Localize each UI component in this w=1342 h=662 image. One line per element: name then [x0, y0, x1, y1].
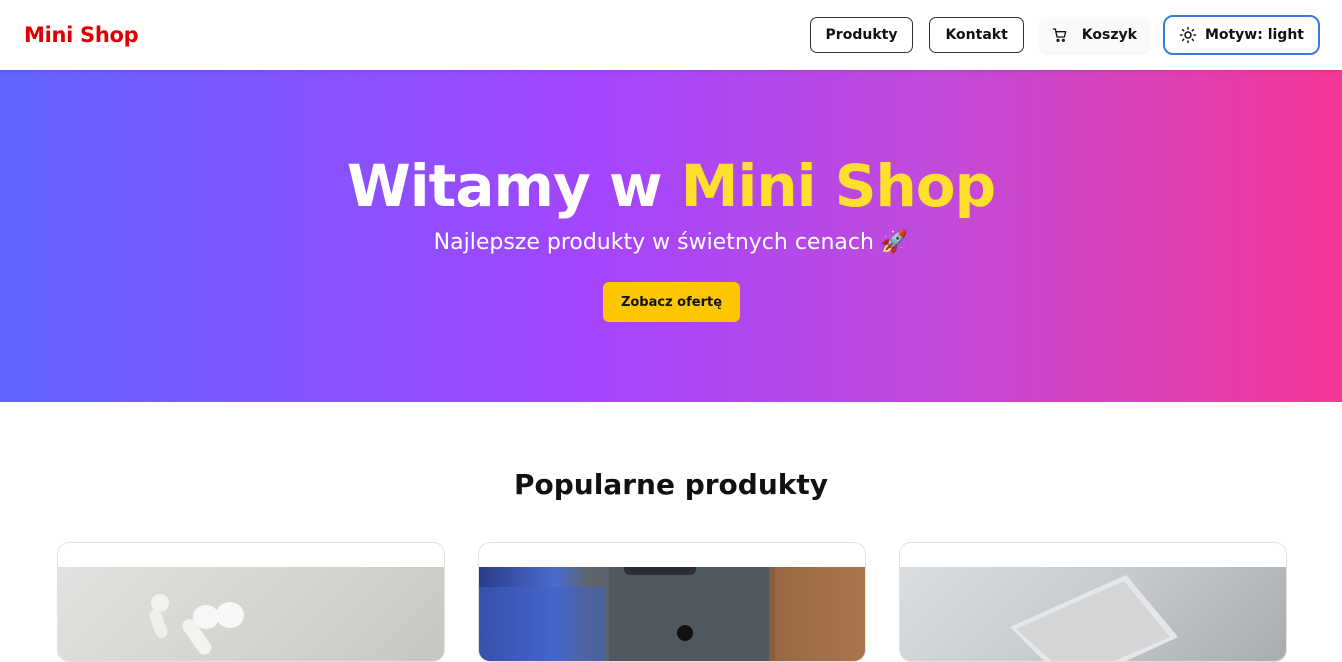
product-card[interactable]: [478, 542, 866, 662]
theme-toggle-button[interactable]: Motyw: light: [1162, 15, 1320, 55]
see-offer-button[interactable]: Zobacz ofertę: [603, 282, 740, 322]
product-card[interactable]: [57, 542, 445, 662]
contact-button[interactable]: Kontakt: [929, 17, 1024, 53]
hero-title-accent: Mini Shop: [680, 152, 996, 220]
hero-title-prefix: Witamy w: [346, 152, 681, 220]
product-image-earbuds[interactable]: [58, 567, 444, 661]
hero-title: Witamy w Mini Shop: [0, 152, 1342, 220]
product-image-phone[interactable]: [479, 557, 865, 661]
hero-banner: Witamy w Mini Shop Najlepsze produkty w …: [0, 70, 1342, 402]
sun-icon: [1179, 26, 1197, 44]
products-button[interactable]: Produkty: [809, 17, 914, 53]
product-image-laptop[interactable]: [900, 567, 1286, 661]
nav-actions: Produkty Kontakt Koszyk Motyw: light: [794, 15, 1320, 55]
cart-button[interactable]: Koszyk: [1039, 18, 1149, 52]
theme-label: Motyw: light: [1204, 27, 1304, 43]
hero-subtitle: Najlepsze produkty w świetnych cenach 🚀: [433, 230, 909, 255]
cart-label: Koszyk: [1081, 27, 1137, 43]
popular-products-title: Popularne produkty: [513, 468, 829, 501]
brand-logo[interactable]: Mini Shop: [24, 23, 139, 47]
product-card[interactable]: [899, 542, 1287, 662]
navbar: Mini Shop Produkty Kontakt Koszyk Motyw:…: [0, 0, 1342, 70]
cart-icon: [1052, 28, 1067, 42]
